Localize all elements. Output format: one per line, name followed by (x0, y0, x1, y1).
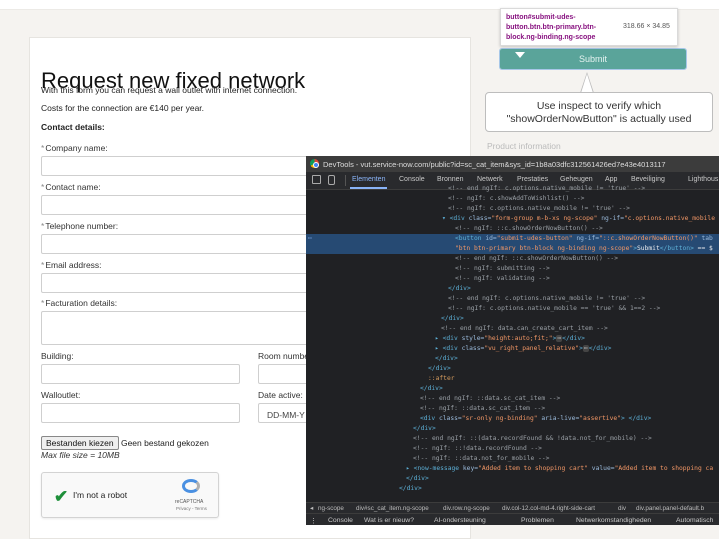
chrome-logo-icon (310, 159, 319, 168)
tab-beveiliging[interactable]: Beveiliging (631, 176, 665, 183)
tab-prestaties[interactable]: Prestaties (517, 176, 548, 183)
building-label: Building: (41, 351, 74, 361)
crumb-item[interactable]: ng-scope (318, 505, 344, 512)
code-line[interactable]: <!-- ngIf: submitting --> (306, 264, 719, 274)
crumb-arrow-icon[interactable]: ◂ (310, 505, 313, 512)
captcha-label: I'm not a robot (73, 490, 128, 500)
selected-button-node-cont[interactable]: "btn btn-primary btn-block ng-binding ng… (306, 244, 719, 255)
annotation-callout: Use inspect to verify which "showOrderNo… (485, 92, 713, 132)
code-line[interactable]: <!-- ngIf: ::data.sc_cat_item --> (306, 404, 719, 414)
submit-button[interactable]: Submit (499, 48, 687, 70)
crumb-item[interactable]: div.panel.panel-default.b (636, 505, 704, 512)
code-line[interactable]: <!-- ngIf: ::!data.recordFound --> (306, 444, 719, 454)
tab-console[interactable]: Console (399, 176, 425, 183)
code-line[interactable]: </div> (306, 284, 719, 294)
code-line[interactable]: <!-- ngIf: validating --> (306, 274, 719, 284)
recaptcha-logo-icon (182, 479, 200, 493)
max-file-size: Max file size = 10MB (41, 450, 120, 460)
drawer-tab-autofill[interactable]: Automatisch (676, 517, 713, 524)
recaptcha-widget[interactable]: ✔ I'm not a robot reCAPTCHA Privacy - Te… (41, 472, 219, 518)
code-line[interactable]: ▸ <now-message key="Added item to shoppi… (306, 464, 719, 474)
crumb-item[interactable]: div.col-12.col-md-4.right-side-cart (502, 505, 595, 512)
drawer-menu-icon[interactable]: ⋮ (310, 517, 317, 525)
walloutlet-input[interactable] (41, 403, 240, 423)
building-input[interactable] (41, 364, 240, 384)
elements-tree: <!-- end ngIf: c.options.native_mobile !… (306, 185, 719, 502)
code-line[interactable]: <!-- end ngIf: data.can_create_cart_item… (306, 324, 719, 334)
code-line[interactable]: ▸ <div style="height:auto;fit;">⋯</div> (306, 334, 719, 344)
code-line[interactable]: ▾ <div class="form-group m-b-xs ng-scope… (306, 214, 719, 224)
file-status: Geen bestand gekozen (120, 438, 209, 448)
code-line[interactable]: <!-- end ngIf: ::data.sc_cat_item --> (306, 394, 719, 404)
code-line[interactable]: </div> (306, 354, 719, 364)
code-line[interactable]: ::after (306, 374, 719, 384)
code-line[interactable]: <!-- ngIf: ::data.not_for_mobile --> (306, 454, 719, 464)
tab-lighthouse[interactable]: Lighthous (688, 176, 718, 183)
file-upload: Bestanden kiezen Geen bestand gekozen (41, 436, 209, 450)
contact-label: *Contact name: (41, 182, 101, 192)
code-line[interactable]: </div> (306, 474, 719, 484)
company-label: *Company name: (41, 143, 108, 153)
captcha-terms[interactable]: Privacy - Terms (176, 506, 207, 511)
form-costs: Costs for the connection are €140 per ye… (41, 103, 205, 113)
code-line[interactable]: </div> (306, 384, 719, 394)
code-line[interactable]: <!-- ngIf: c.options.native_mobile == 't… (306, 304, 719, 314)
code-line[interactable]: <!-- end ngIf: ::c.showOrderNowButton() … (306, 254, 719, 264)
code-line[interactable]: </div> (306, 364, 719, 374)
tooltip-selector: button#submit-udes-button.btn.btn-primar… (506, 14, 597, 41)
email-label: *Email address: (41, 260, 102, 270)
tab-app[interactable]: App (605, 176, 617, 183)
drawer-tab-network-conditions[interactable]: Netwerkomstandigheden (576, 517, 651, 524)
devtools-window: DevTools - vut.service-now.com/public?id… (306, 156, 719, 525)
inspect-tooltip: button#submit-udes-button.btn.btn-primar… (500, 8, 678, 58)
code-line[interactable]: ▸ <div class="vu_right_panel_relative">⋯… (306, 344, 719, 354)
choose-file-button[interactable]: Bestanden kiezen (41, 436, 119, 450)
code-line[interactable]: <div class="sr-only ng-binding" aria-liv… (306, 414, 719, 424)
tab-netwerk[interactable]: Netwerk (477, 176, 503, 183)
callout-tail-inner (581, 74, 593, 93)
telephone-label: *Telephone number: (41, 221, 119, 231)
code-line[interactable]: </div> (306, 314, 719, 324)
tab-bronnen[interactable]: Bronnen (437, 176, 463, 183)
drawer-tab-whats-new[interactable]: Wat is er nieuw? (364, 517, 414, 524)
contact-details-heading: Contact details: (41, 122, 105, 132)
code-line[interactable]: <!-- end ngIf: c.options.native_mobile !… (306, 184, 719, 194)
facturation-label: *Facturation details: (41, 298, 118, 308)
inspect-element-icon[interactable] (312, 175, 321, 184)
drawer-tab-console[interactable]: Console (328, 517, 353, 524)
crumb-item[interactable]: div#sc_cat_item.ng-scope (356, 505, 429, 512)
selected-button-node[interactable]: ⋯ <button id="submit-udes-button" ng-if="… (306, 234, 719, 245)
code-line[interactable]: <!-- ngIf: ::c.showOrderNowButton() --> (306, 224, 719, 234)
devtools-title: DevTools - vut.service-now.com/public?id… (323, 160, 666, 169)
code-line[interactable]: </div> (306, 424, 719, 434)
tab-elementen[interactable]: Elementen (349, 176, 388, 189)
devtools-titlebar: DevTools - vut.service-now.com/public?id… (306, 156, 719, 172)
drawer-tab-ai-assistance[interactable]: AI-ondersteuning (434, 517, 486, 524)
walloutlet-label: Walloutlet: (41, 390, 81, 400)
code-line[interactable]: </div> (306, 484, 719, 494)
panel-heading-behind: Product information (487, 141, 561, 151)
devtools-drawer-tabs: ⋮ Console Wat is er nieuw? AI-ondersteun… (306, 513, 719, 525)
crumb-item[interactable]: div.row.ng-scope (443, 505, 490, 512)
crumb-item[interactable]: div (618, 505, 626, 512)
code-line[interactable]: <!-- end ngIf: c.options.native_mobile !… (306, 294, 719, 304)
drawer-tab-problems[interactable]: Problemen (521, 517, 554, 524)
code-line[interactable]: <!-- ngIf: c.options.native_mobile != 't… (306, 204, 719, 214)
captcha-brand: reCAPTCHA (175, 499, 204, 505)
checkmark-icon[interactable]: ✔ (54, 487, 68, 507)
tooltip-arrow (515, 52, 525, 58)
form-intro: With this form you can request a wall ou… (41, 85, 298, 95)
code-line[interactable]: <!-- ngIf: c.showAddToWishlist() --> (306, 194, 719, 204)
code-line[interactable]: <!-- end ngIf: ::(data.recordFound && !d… (306, 434, 719, 444)
room-label: Room numbe (258, 351, 310, 361)
tooltip-size: 318.66 × 34.85 (623, 23, 670, 30)
more-options-icon[interactable]: ⋯ (308, 234, 312, 244)
date-active-label: Date active: (258, 390, 303, 400)
tab-geheugen[interactable]: Geheugen (560, 176, 593, 183)
